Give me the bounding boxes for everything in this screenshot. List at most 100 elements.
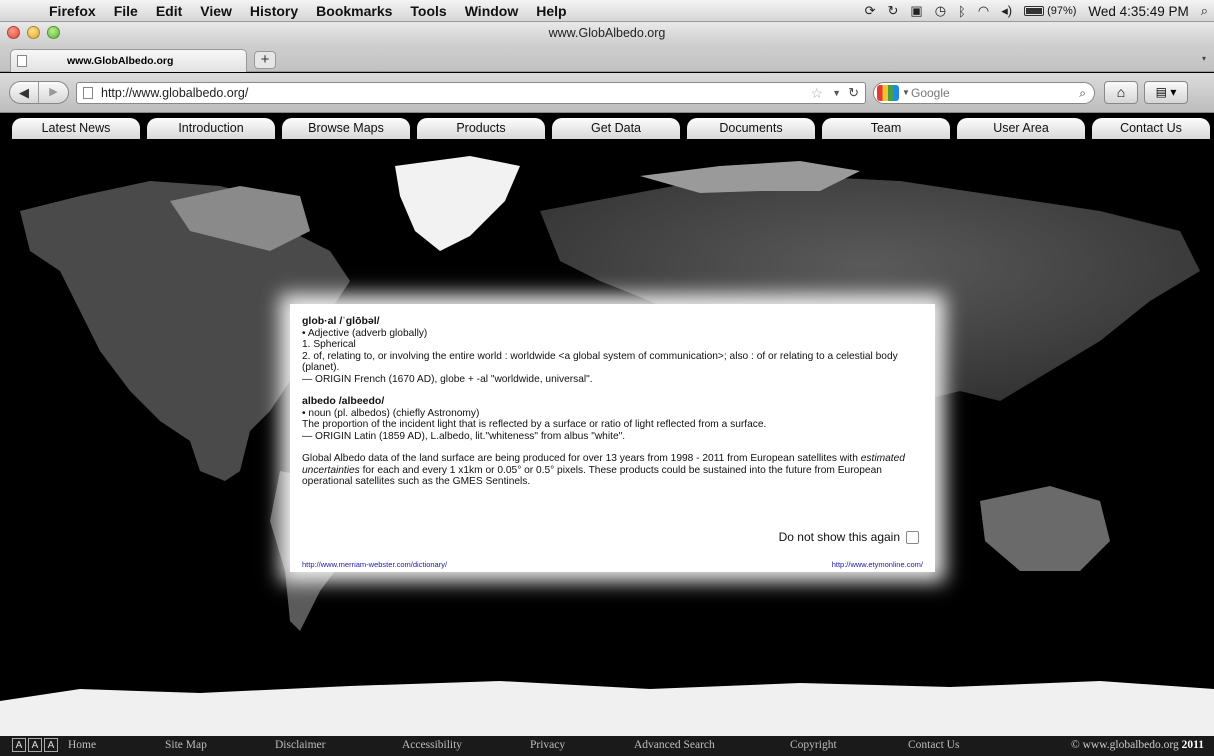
menu-window[interactable]: Window xyxy=(456,3,528,19)
nav-contact-us[interactable]: Contact Us xyxy=(1092,118,1210,139)
minimize-window-button[interactable] xyxy=(27,26,40,39)
dont-show-again-checkbox[interactable] xyxy=(906,531,919,544)
page-icon xyxy=(83,87,93,99)
search-placeholder: Google xyxy=(911,86,950,100)
dont-show-again-option[interactable]: Do not show this again xyxy=(779,531,919,544)
greenland-ice xyxy=(395,156,520,251)
back-button[interactable]: ◀ xyxy=(10,82,40,103)
menu-view[interactable]: View xyxy=(191,3,241,19)
footer-privacy-link[interactable]: Privacy xyxy=(530,739,565,751)
bookmarks-icon: ▤ ▾ xyxy=(1155,85,1177,99)
spotlight-search-icon[interactable]: ⌕ xyxy=(1201,3,1208,19)
etymonline-link[interactable]: http://www.etymonline.com/ xyxy=(832,559,923,571)
global-part-of-speech: • Adjective (adverb globally) xyxy=(302,327,428,339)
tab-title: www.GlobAlbedo.org xyxy=(67,55,174,67)
engine-dropdown-icon[interactable]: ▼ xyxy=(902,83,910,103)
home-icon: ⌂ xyxy=(1116,84,1126,100)
google-icon[interactable] xyxy=(877,85,899,101)
global-definition-1: 1. Spherical xyxy=(302,339,356,350)
nav-documents[interactable]: Documents xyxy=(687,118,815,139)
footer-copyright-link[interactable]: Copyright xyxy=(790,739,837,751)
navigation-toolbar: ◀ ▶ http://www.globalbedo.org/ ☆ ▼ ↻ ▼ G… xyxy=(0,73,1214,113)
australia-landmass xyxy=(980,486,1110,571)
tab-list-icon[interactable]: ▾ xyxy=(1202,54,1206,63)
bookmarks-menu-button[interactable]: ▤ ▾ xyxy=(1144,81,1188,104)
search-icon[interactable]: ⌕ xyxy=(1079,83,1086,103)
footer-contact-us-link[interactable]: Contact Us xyxy=(908,739,959,751)
albedo-origin: — ORIGIN Latin (1859 AD), L.albedo, lit.… xyxy=(302,430,626,442)
time-machine-icon[interactable]: ◷ xyxy=(935,3,946,19)
nav-latest-news[interactable]: Latest News xyxy=(12,118,140,139)
close-window-button[interactable] xyxy=(7,26,20,39)
zoom-window-button[interactable] xyxy=(47,26,60,39)
albedo-term: albedo /albeedo/ xyxy=(302,395,385,407)
nav-team[interactable]: Team xyxy=(822,118,950,139)
menu-edit[interactable]: Edit xyxy=(147,3,191,19)
menu-bar: Firefox File Edit View History Bookmarks… xyxy=(0,0,1214,22)
text-size-large-icon[interactable]: A xyxy=(44,738,58,752)
clock[interactable]: Wed 4:35:49 PM xyxy=(1088,4,1188,19)
new-tab-button[interactable]: + xyxy=(254,51,276,69)
menu-help[interactable]: Help xyxy=(527,3,575,19)
albedo-definition: The proportion of the incident light tha… xyxy=(302,419,767,430)
bookmark-star-icon[interactable]: ☆ xyxy=(810,83,823,103)
window-controls xyxy=(7,26,60,39)
history-dropdown-icon[interactable]: ▼ xyxy=(832,83,841,103)
albedo-part-of-speech: • noun (pl. albedos) (chiefly Astronomy) xyxy=(302,407,480,419)
page-favicon-icon xyxy=(17,55,27,67)
menu-history[interactable]: History xyxy=(241,3,307,19)
antarctica-ice xyxy=(0,681,1214,736)
wifi-icon[interactable]: ◠ xyxy=(978,3,989,19)
url-bar[interactable]: http://www.globalbedo.org/ ☆ ▼ ↻ xyxy=(76,82,866,104)
search-bar[interactable]: ▼ Google ⌕ xyxy=(873,82,1095,104)
menu-tools[interactable]: Tools xyxy=(401,3,455,19)
sync-icon[interactable]: ⟳ xyxy=(865,3,876,19)
tab-globalbedo[interactable]: www.GlobAlbedo.org xyxy=(10,49,247,72)
definition-content: glob·al /ˈglōbəl/ • Adjective (adverb gl… xyxy=(302,315,925,488)
description-start: Global Albedo data of the land surface a… xyxy=(302,453,861,464)
display-icon[interactable]: ▣ xyxy=(910,3,922,19)
footer-home-link[interactable]: Home xyxy=(68,739,96,751)
nav-browse-maps[interactable]: Browse Maps xyxy=(282,118,410,139)
footer-site-map-link[interactable]: Site Map xyxy=(165,739,207,751)
nav-user-area[interactable]: User Area xyxy=(957,118,1085,139)
text-size-medium-icon[interactable]: A xyxy=(28,738,42,752)
battery-fill xyxy=(1026,8,1042,14)
volume-icon[interactable]: ◂) xyxy=(1001,3,1012,19)
window-title-bar: www.GlobAlbedo.org xyxy=(0,22,1214,44)
description-end: for each and every 1 x1km or 0.05° or 0.… xyxy=(302,464,882,488)
global-definition-2: 2. of, relating to, or involving the ent… xyxy=(302,350,898,374)
window-title: www.GlobAlbedo.org xyxy=(548,26,666,40)
menu-file[interactable]: File xyxy=(105,3,147,19)
site-navigation: Latest News Introduction Browse Maps Pro… xyxy=(0,114,1214,141)
copyright-year: 2011 xyxy=(1181,739,1204,751)
footer-accessibility-link[interactable]: Accessibility xyxy=(402,739,462,751)
footer-advanced-search-link[interactable]: Advanced Search xyxy=(634,739,715,751)
menu-firefox[interactable]: Firefox xyxy=(40,3,105,19)
battery-percent: (97%) xyxy=(1047,5,1077,17)
globalbedo-description: Global Albedo data of the land surface a… xyxy=(302,453,925,488)
definition-dialog: glob·al /ˈglōbəl/ • Adjective (adverb gl… xyxy=(290,304,935,572)
nav-introduction[interactable]: Introduction xyxy=(147,118,275,139)
site-footer: A A A Home Site Map Disclaimer Accessibi… xyxy=(0,736,1214,756)
home-button[interactable]: ⌂ xyxy=(1104,81,1138,104)
nav-get-data[interactable]: Get Data xyxy=(552,118,680,139)
global-origin: — ORIGIN French (1670 AD), globe + -al "… xyxy=(302,373,593,385)
url-text[interactable]: http://www.globalbedo.org/ xyxy=(101,83,248,103)
bluetooth-icon[interactable]: ᛒ xyxy=(958,4,966,19)
text-size-controls: A A A xyxy=(12,738,58,752)
merriam-webster-link[interactable]: http://www.merriam-webster.com/dictionar… xyxy=(302,559,447,571)
battery-status[interactable]: (97%) xyxy=(1024,5,1076,17)
footer-disclaimer-link[interactable]: Disclaimer xyxy=(275,739,325,751)
battery-icon xyxy=(1024,6,1045,16)
tab-bar: www.GlobAlbedo.org + ▾ xyxy=(0,44,1214,72)
forward-button[interactable]: ▶ xyxy=(39,82,68,103)
reload-icon[interactable]: ↻ xyxy=(848,83,859,103)
text-size-small-icon[interactable]: A xyxy=(12,738,26,752)
menu-bookmarks[interactable]: Bookmarks xyxy=(307,3,401,19)
global-term: glob·al /ˈglōbəl/ xyxy=(302,315,380,327)
back-forward-group: ◀ ▶ xyxy=(9,81,69,104)
nav-products[interactable]: Products xyxy=(417,118,545,139)
refresh-icon[interactable]: ↻ xyxy=(888,3,899,19)
dont-show-again-label[interactable]: Do not show this again xyxy=(779,531,900,544)
